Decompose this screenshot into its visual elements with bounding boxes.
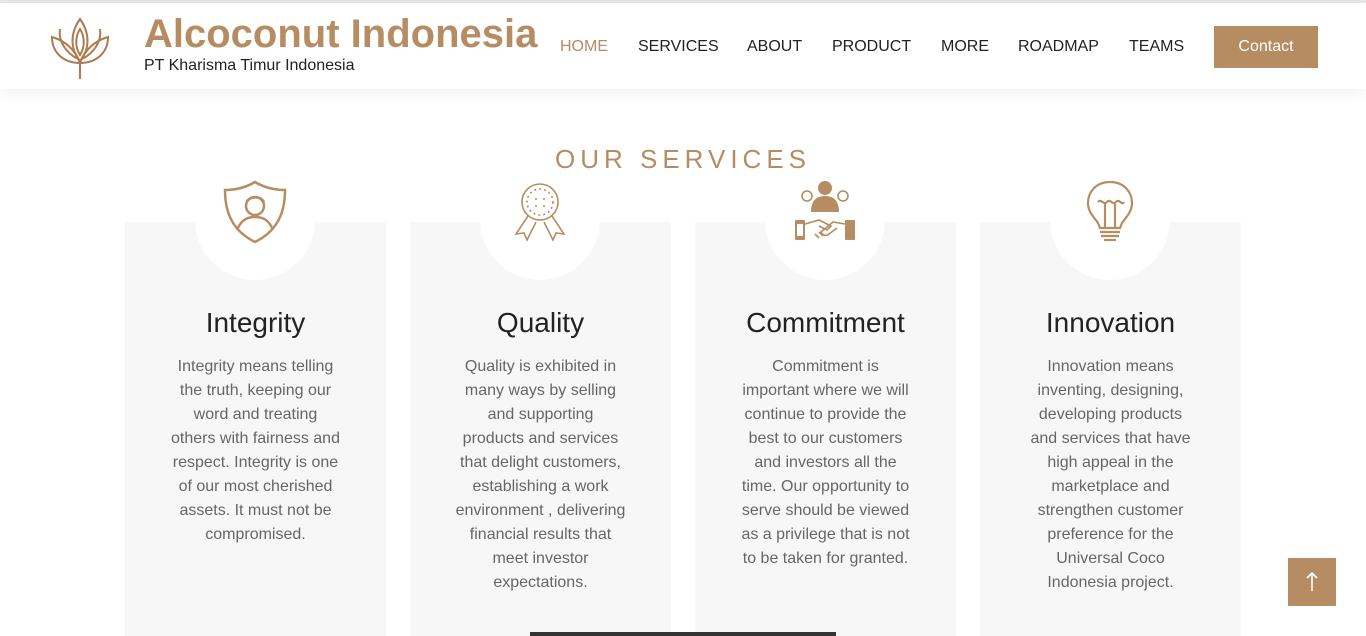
card-title: Commitment [746,307,905,338]
card-title: Innovation [1045,307,1176,338]
brand-subtitle: PT Kharisma Timur Indonesia [144,57,355,74]
service-card-integrity: Integrity Integrity means telling the tr… [125,180,386,636]
nav-roadmap[interactable]: ROADMAP [1018,37,1099,57]
shield-person-icon [223,180,287,244]
nav-teams[interactable]: TEAMS [1129,37,1184,57]
card-title: Quality [496,307,585,338]
nav-more[interactable]: MORE [941,37,989,57]
leaf-logo-icon[interactable] [48,15,112,81]
card-text: Commitment is important where we will co… [741,358,910,567]
arrow-up-icon [1306,571,1318,591]
nav-home[interactable]: HOME [560,37,608,57]
icon-circle [1050,180,1170,280]
section-title: OUR SERVICES [554,144,811,174]
back-to-top-button[interactable] [1288,558,1336,606]
nav-about[interactable]: ABOUT [747,37,802,57]
service-card-innovation: Innovation Innovation means inventing, d… [980,180,1241,636]
scroll-indicator-bar [530,632,836,636]
service-card-quality: Quality Quality is exhibited in many way… [410,180,671,636]
nav-product[interactable]: PRODUCT [832,37,911,57]
award-ribbon-icon [514,183,566,242]
icon-circle [195,180,315,280]
contact-button[interactable]: Contact [1214,26,1318,68]
site-header: Alcoconut Indonesia PT Kharisma Timur In… [0,3,1366,89]
handshake-icon [795,181,855,240]
card-text: Quality is exhibited in many ways by sel… [455,358,626,591]
icon-circle [765,180,885,280]
service-card-commitment: Commitment Commitment is important where… [695,180,956,636]
icon-circle [480,180,600,280]
nav-services[interactable]: SERVICES [638,37,719,57]
card-text: Integrity means telling the truth, keepi… [171,358,340,543]
brand-title[interactable]: Alcoconut Indonesia [144,9,537,59]
card-title: Integrity [205,307,306,338]
lightbulb-icon [1086,180,1134,242]
card-text: Innovation means inventing, designing, d… [1030,358,1191,591]
